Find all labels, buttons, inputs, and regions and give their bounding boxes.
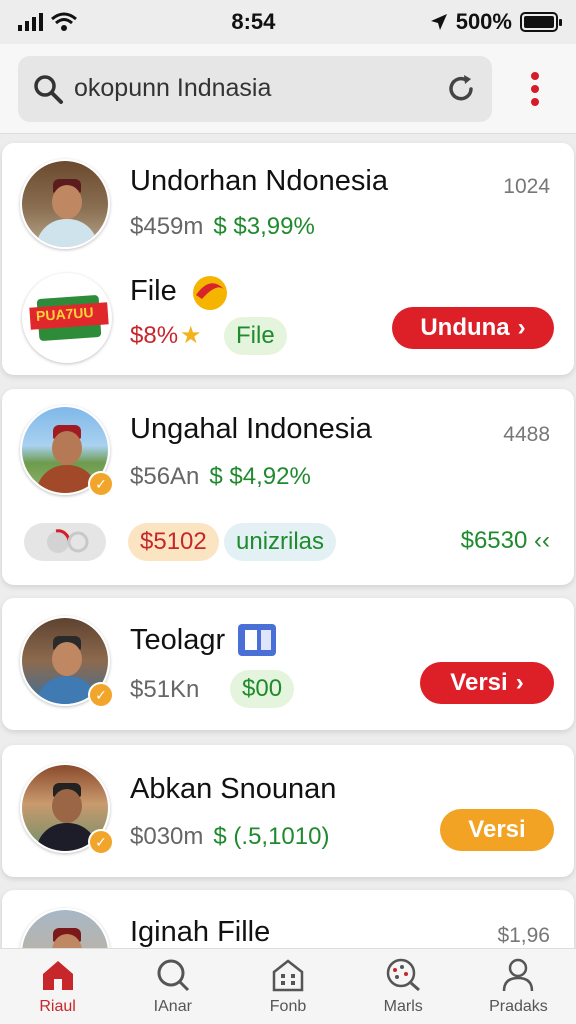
meta-left: $51Kn [130, 676, 200, 703]
search-icon [157, 959, 189, 991]
avatar [20, 159, 110, 249]
item-title: Ungahal Indonesia [130, 413, 372, 445]
tab-label: Marls [383, 997, 423, 1015]
book-icon [238, 624, 276, 656]
item-title: Iginah Fille [130, 916, 271, 948]
price-tag: $5102 [128, 523, 219, 561]
status-time: 8:54 [231, 9, 276, 34]
verified-badge-icon: ✓ [88, 471, 114, 497]
status-left [18, 12, 77, 32]
map-search-icon [386, 958, 421, 991]
chevron-right-icon: › [517, 314, 526, 341]
search-input[interactable]: okopunn Indnasia [18, 55, 493, 122]
search-bar: okopunn Indnasia [0, 44, 576, 134]
item-title: Teolagr [130, 624, 226, 656]
file-title: File [130, 275, 177, 307]
file-tag: File [224, 317, 287, 355]
emoji-icon [193, 276, 227, 310]
search-query: okopunn Indnasia [74, 74, 272, 102]
search-icon [34, 74, 63, 104]
version-button[interactable]: Versi [440, 809, 554, 851]
location-arrow-icon [430, 14, 447, 30]
download-button[interactable]: Unduna › [392, 307, 554, 349]
wifi-icon [51, 12, 77, 31]
toggle-switch[interactable] [24, 523, 106, 561]
battery-percent: 500% [455, 9, 512, 34]
version-button-label: Versi [450, 669, 508, 696]
tab-home[interactable]: Riaul [0, 949, 115, 1024]
toggle-knob-icon [47, 529, 89, 553]
meta-right: $ $3,99% [213, 213, 315, 240]
logo-avatar: PUA7UU [22, 273, 112, 363]
more-options-button[interactable] [512, 56, 558, 122]
bottom-tab-bar: Riaul IAnar Fonb Marls Pradaks [0, 948, 576, 1024]
meta-left: $56An [130, 463, 200, 490]
item-title: Abkan Snounan [130, 773, 337, 805]
status-bar: 8:54 500% [0, 0, 576, 44]
meta-left: $459m [130, 213, 204, 240]
meta-right: $ (.5,1010) [213, 823, 330, 850]
list-card[interactable]: Undorhan Ndonesia 1024 $459m $ $3,99% PU… [2, 143, 574, 375]
tab-profile[interactable]: Pradaks [461, 949, 576, 1024]
tab-label: Fonb [269, 997, 307, 1015]
file-percent: $8% [130, 321, 179, 349]
category-tag: unizrilas [224, 523, 337, 561]
value-right: $6530 ‹‹ [460, 527, 550, 554]
price-tag: $00 [230, 670, 295, 708]
verified-badge-icon: ✓ [88, 829, 114, 855]
version-button-label: Versi [468, 816, 526, 843]
tab-label: Pradaks [489, 997, 548, 1015]
item-title: Undorhan Ndonesia [130, 165, 388, 197]
building-icon [272, 958, 304, 991]
file-meta: $8% ★ [130, 321, 202, 350]
download-button-label: Unduna [420, 314, 510, 341]
meta-left: $030m [130, 823, 204, 850]
item-meta: $56An $ $4,92% [130, 463, 311, 491]
item-meta: $459m $ $3,99% [130, 213, 315, 241]
tab-search[interactable]: IAnar [115, 949, 230, 1024]
list-card[interactable]: ✓ Ungahal Indonesia 4488 $56An $ $4,92% … [2, 389, 574, 585]
refresh-icon[interactable] [444, 72, 478, 106]
status-right: 500% [430, 9, 562, 35]
signal-icon [18, 13, 43, 31]
user-icon [503, 958, 534, 991]
home-icon [42, 960, 73, 990]
tab-label: IAnar [153, 997, 192, 1015]
tab-marls[interactable]: Marls [346, 949, 461, 1024]
battery-icon [519, 12, 562, 32]
list-card[interactable]: ✓ Teolagr $51Kn $00 Versi › [2, 598, 574, 730]
item-count: $1,96 [497, 924, 550, 947]
tab-label: Riaul [39, 997, 76, 1015]
star-icon: ★ [180, 322, 202, 349]
item-meta: $030m $ (.5,1010) [130, 823, 329, 851]
tab-building[interactable]: Fonb [230, 949, 345, 1024]
verified-badge-icon: ✓ [88, 682, 114, 708]
item-count: 4488 [503, 423, 550, 446]
meta-right: $ $4,92% [209, 463, 311, 490]
list-card[interactable]: ✓ Abkan Snounan $030m $ (.5,1010) Versi [2, 745, 574, 877]
item-count: 1024 [503, 175, 550, 198]
chevron-right-icon: › [515, 669, 524, 696]
version-button[interactable]: Versi › [420, 662, 554, 704]
